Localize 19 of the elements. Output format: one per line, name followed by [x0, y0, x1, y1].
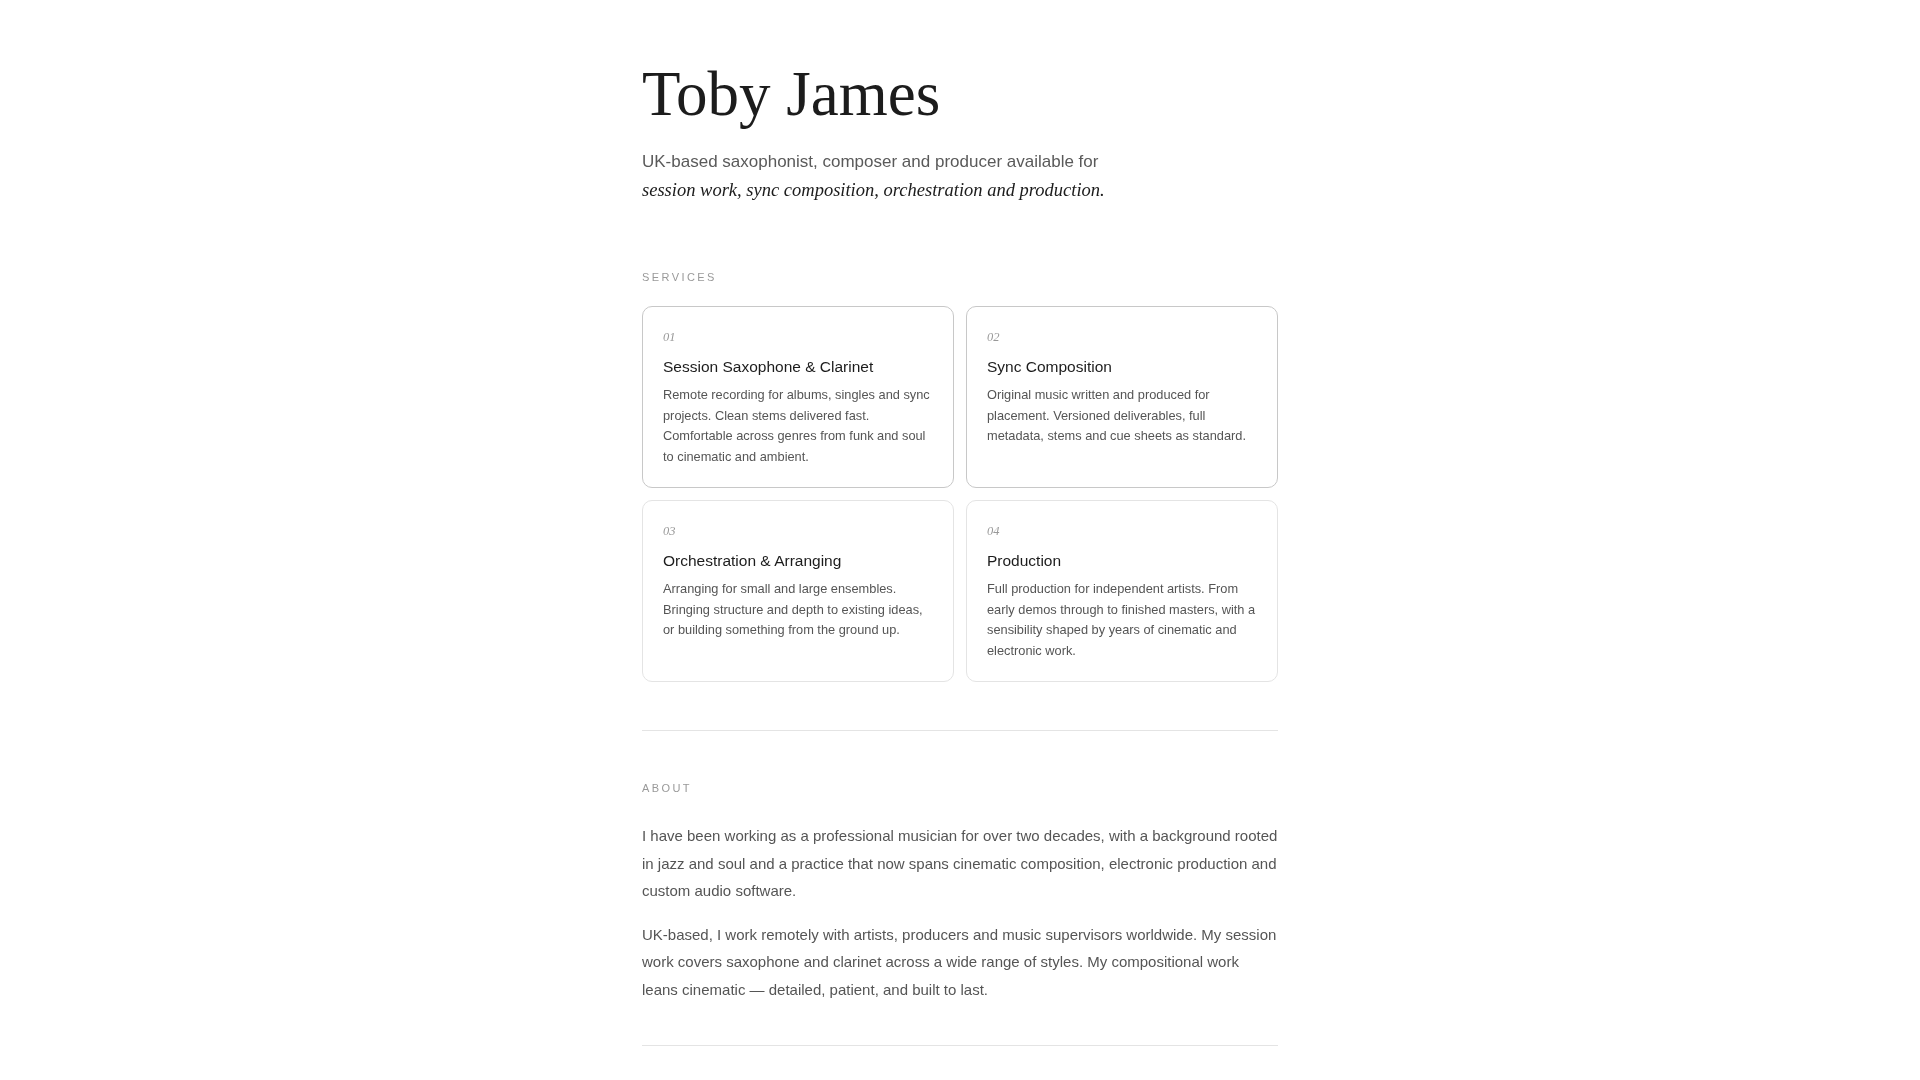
page-title: Toby James: [642, 58, 942, 130]
section-label: ABOUT: [642, 781, 693, 795]
about-paragraph: UK-based, I work remotely with artists, producers and music supervisors worldwide. My session work covers saxophone and clarinet across a wide range of styles. My compositional work leans cinematic — detailed, patient, and built to last.: [642, 924, 1278, 1000]
service-description: Full production for independent artists. From early demos through to finished masters, with a sensibility shaped by years of cinematic and electronic work.: [987, 580, 1257, 660]
section-label: SERVICES: [642, 270, 718, 284]
service-title: Production: [987, 551, 1063, 571]
intro-text: UK-based saxophonist, composer and producer available for: [642, 151, 1100, 173]
service-number: 03: [663, 523, 677, 539]
service-number: 01: [663, 329, 677, 345]
service-number: 02: [987, 329, 1001, 345]
services-summary: session work, sync composition, orchestration and production.: [642, 179, 1106, 202]
service-title: Session Saxophone & Clarinet: [663, 357, 875, 377]
service-number: 04: [987, 523, 1001, 539]
service-title: Sync Composition: [987, 357, 1113, 377]
service-description: Original music written and produced for placement. Versioned deliverables, full metadata, stems and cue sheets as standard.: [987, 386, 1247, 446]
service-description: Arranging for small and large ensembles. Bringing structure and depth to existing ideas, or building something from the ground up.: [663, 580, 924, 640]
about-paragraph: I have been working as a professional musician for over two decades, with a background rooted in jazz and soul and a practice that now spans cinematic composition, electronic production and custom audio software.: [642, 826, 1278, 901]
service-description: Remote recording for albums, singles and sync projects. Clean stems delivered fast. Comfortable across genres from funk and soul to cinematic and ambient.: [663, 386, 931, 466]
service-title: Orchestration & Arranging: [663, 551, 843, 571]
